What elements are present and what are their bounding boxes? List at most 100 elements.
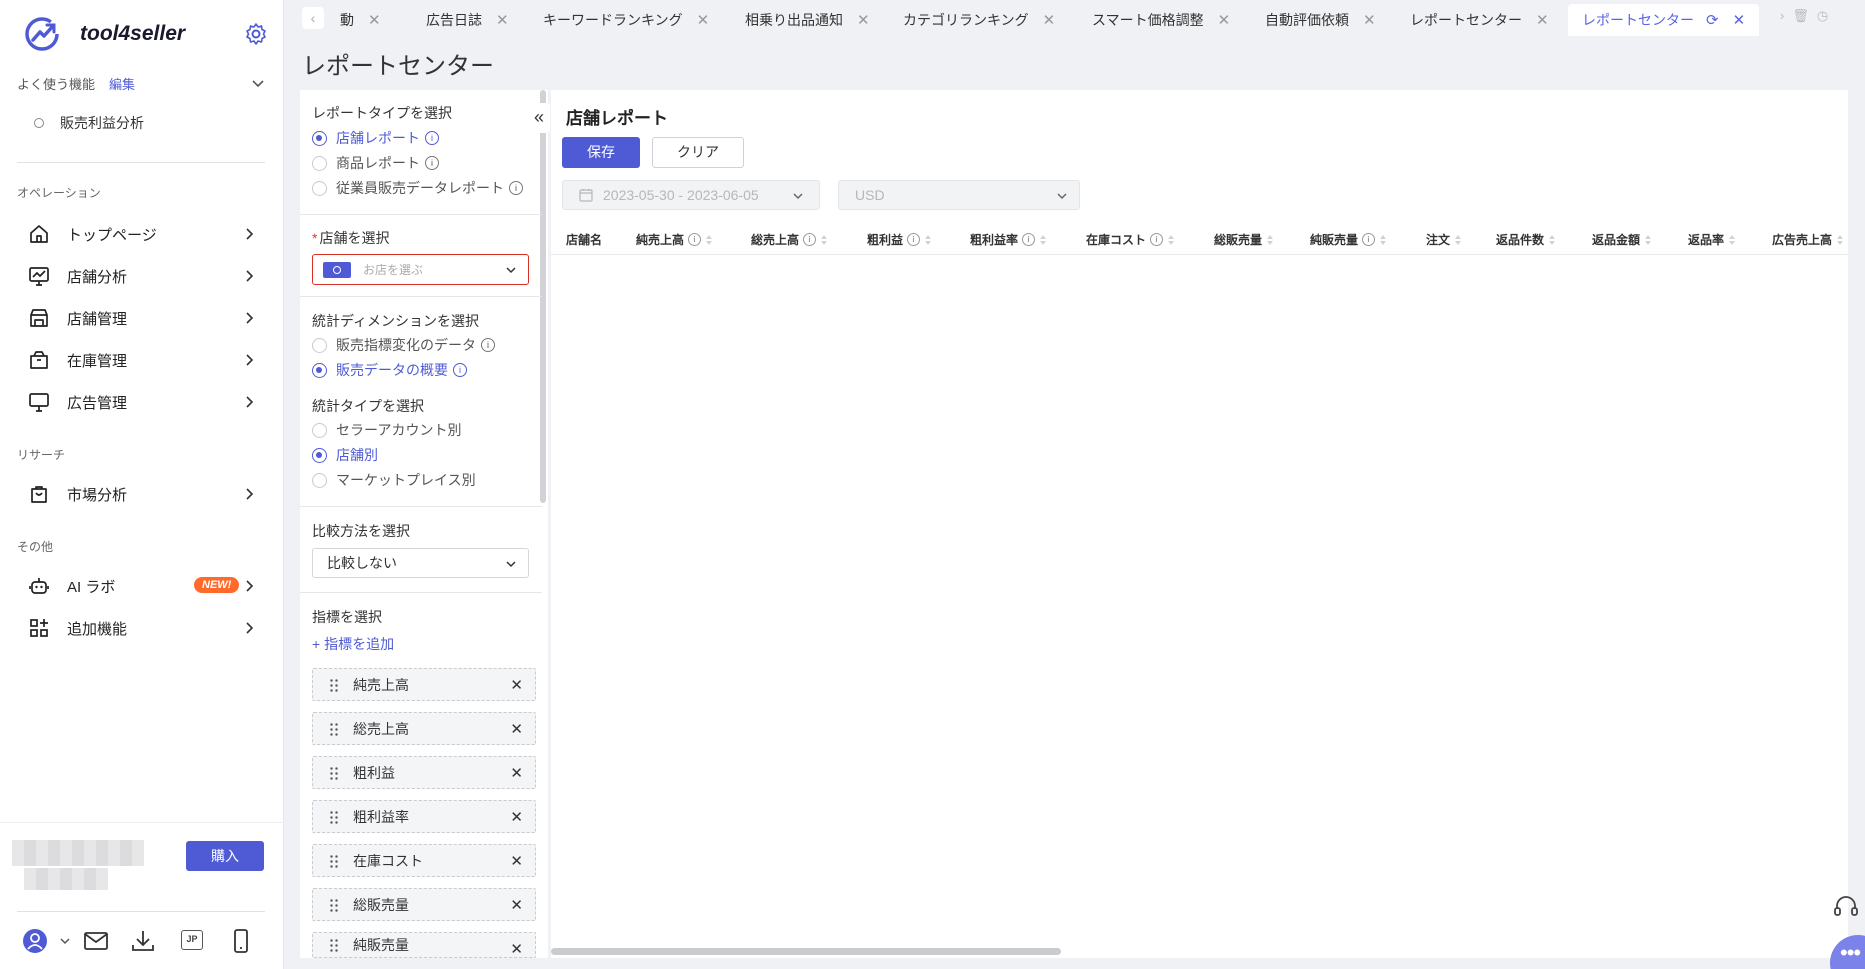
close-icon[interactable]: ✕ (510, 852, 523, 870)
date-range-picker[interactable]: 2023-05-30 - 2023-06-05 (562, 180, 820, 210)
language-jp-icon[interactable]: JP (181, 930, 203, 950)
tab-scroll-left-button[interactable]: ‹ (302, 7, 324, 29)
column-header[interactable]: 純売上高 i (636, 231, 713, 248)
close-icon[interactable]: ✕ (368, 11, 381, 29)
drag-handle-icon[interactable] (329, 897, 339, 912)
download-icon[interactable] (130, 928, 156, 954)
column-header[interactable]: 総売上高 i (751, 231, 828, 248)
metric-chip[interactable]: 粗利益率 ✕ (312, 800, 536, 833)
close-icon[interactable]: ✕ (1733, 11, 1746, 29)
sidebar-item-market-analysis[interactable]: 市場分析 (28, 476, 264, 512)
info-icon[interactable]: i (425, 131, 439, 145)
metric-chip[interactable]: 粗利益 ✕ (312, 756, 536, 789)
tab-item[interactable]: カテゴリランキング ✕ (903, 4, 1055, 36)
close-icon[interactable]: ✕ (1536, 11, 1549, 29)
headset-support-icon[interactable] (1832, 893, 1860, 921)
column-header[interactable]: 粗利益 i (867, 231, 932, 248)
info-icon[interactable]: i (1150, 233, 1164, 246)
sort-icon[interactable] (1645, 234, 1652, 246)
metric-chip[interactable]: 総売上高 ✕ (312, 712, 536, 745)
sort-icon[interactable] (1267, 234, 1274, 246)
drag-handle-icon[interactable] (329, 677, 339, 692)
save-button[interactable]: 保存 (562, 137, 640, 168)
column-header[interactable]: 純販売量 i (1310, 231, 1387, 248)
sidebar-item-ads[interactable]: 広告管理 (28, 384, 264, 420)
tab-scroll-right-button[interactable]: › (1780, 8, 1784, 24)
close-icon[interactable]: ✕ (1218, 11, 1231, 29)
close-icon[interactable]: ✕ (510, 676, 523, 694)
info-icon[interactable]: i (1022, 233, 1036, 246)
close-icon[interactable]: ✕ (697, 11, 710, 29)
tab-active[interactable]: レポートセンター ⟳ ✕ (1568, 4, 1760, 36)
drag-handle-icon[interactable] (329, 938, 339, 952)
compare-select[interactable]: 比較しない (312, 548, 529, 578)
sort-icon[interactable] (1837, 234, 1844, 246)
favorites-header[interactable]: よく使う機能 編集 (17, 72, 267, 94)
clear-button[interactable]: クリア (652, 137, 744, 168)
metric-chip[interactable]: 純販売量 ✕ (312, 932, 536, 958)
radio-by-marketplace[interactable]: マーケットプレイス別 (312, 470, 476, 490)
info-icon[interactable]: i (907, 233, 921, 246)
column-header[interactable]: 店舗名 (566, 231, 602, 248)
currency-select[interactable]: USD (838, 180, 1080, 210)
trash-icon[interactable]: 🗑 (1792, 8, 1809, 24)
sidebar-item-store-analysis[interactable]: 店舗分析 (28, 258, 264, 294)
sidebar-item-store-management[interactable]: 店舗管理 (28, 300, 264, 336)
info-icon[interactable]: i (481, 338, 495, 352)
sort-icon[interactable] (1168, 234, 1175, 246)
tab-item[interactable]: 自動評価依頼 ✕ (1265, 4, 1376, 36)
tab-item[interactable]: 動 ✕ (340, 4, 381, 36)
info-icon[interactable]: i (509, 181, 523, 195)
favorites-edit-link[interactable]: 編集 (109, 74, 135, 93)
column-header[interactable]: 返品件数 (1496, 231, 1556, 248)
sort-icon[interactable] (1549, 234, 1556, 246)
user-avatar-icon[interactable] (22, 928, 48, 954)
tab-item[interactable]: 広告日誌 ✕ (426, 4, 509, 36)
info-icon[interactable]: i (453, 363, 467, 377)
mobile-icon[interactable] (228, 928, 254, 954)
store-select[interactable]: お店を選ぶ (312, 254, 529, 285)
sort-icon[interactable] (925, 234, 932, 246)
drag-handle-icon[interactable] (329, 853, 339, 868)
gear-icon[interactable] (244, 22, 268, 46)
sort-icon[interactable] (706, 234, 713, 246)
radio-sales-change[interactable]: 販売指標変化のデータ i (312, 335, 495, 355)
metric-chip[interactable]: 総販売量 ✕ (312, 888, 536, 921)
column-header[interactable]: 注文 (1426, 231, 1462, 248)
tab-item[interactable]: 相乗り出品通知 ✕ (745, 4, 870, 36)
radio-product-report[interactable]: 商品レポート i (312, 153, 439, 173)
table-horizontal-scrollbar[interactable] (551, 948, 1061, 955)
add-metric-button[interactable]: + 指標を追加 (312, 634, 394, 654)
radio-employee-report[interactable]: 従業員販売データレポート i (312, 178, 523, 198)
radio-store-report[interactable]: 店舗レポート i (312, 128, 439, 148)
history-icon[interactable]: ◷ (1817, 8, 1828, 24)
info-icon[interactable]: i (688, 233, 702, 246)
brand[interactable]: tool4seller (24, 14, 185, 54)
drag-handle-icon[interactable] (329, 809, 339, 824)
radio-sales-summary[interactable]: 販売データの概要 i (312, 360, 467, 380)
sort-icon[interactable] (1380, 234, 1387, 246)
buy-button[interactable]: 購入 (186, 841, 264, 871)
sidebar-item-ai-lab[interactable]: AI ラボ NEW! (28, 568, 264, 604)
chevron-down-icon[interactable] (58, 934, 72, 948)
info-icon[interactable]: i (425, 156, 439, 170)
radio-by-seller-account[interactable]: セラーアカウント別 (312, 420, 461, 440)
sort-icon[interactable] (1040, 234, 1047, 246)
column-header[interactable]: 総販売量 (1214, 231, 1274, 248)
column-header[interactable]: 在庫コスト i (1086, 231, 1175, 248)
refresh-icon[interactable]: ⟳ (1706, 11, 1719, 29)
info-icon[interactable]: i (803, 233, 817, 246)
metric-chip[interactable]: 在庫コスト ✕ (312, 844, 536, 877)
tab-item[interactable]: レポートセンター ✕ (1410, 4, 1549, 36)
close-icon[interactable]: ✕ (496, 11, 509, 29)
sort-icon[interactable] (1729, 234, 1736, 246)
sidebar-item-inventory[interactable]: 在庫管理 (28, 342, 264, 378)
column-header[interactable]: 粗利益率 i (970, 231, 1047, 248)
sidebar-item-add-features[interactable]: 追加機能 (28, 610, 264, 646)
tab-item[interactable]: スマート価格調整 ✕ (1092, 4, 1230, 36)
drag-handle-icon[interactable] (329, 765, 339, 780)
chevron-down-icon[interactable] (249, 74, 267, 92)
close-icon[interactable]: ✕ (1363, 11, 1376, 29)
column-header[interactable]: 返品金額 (1592, 231, 1652, 248)
column-header[interactable]: 広告売上高 (1772, 231, 1844, 248)
